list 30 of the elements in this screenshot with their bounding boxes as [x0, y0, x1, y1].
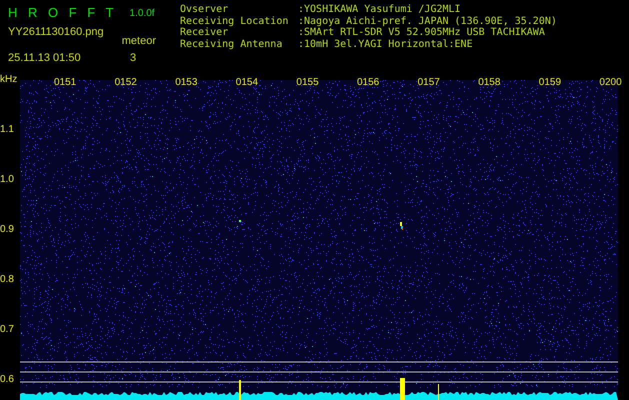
- time-label: 0151: [54, 77, 76, 88]
- detection-label: meteor: [122, 35, 156, 48]
- info-value: :10mH 3el.YAGI Horizontal:ENE: [298, 38, 473, 50]
- frequency-label: 0.7: [0, 323, 14, 337]
- frequency-label: 0.9: [0, 223, 14, 237]
- time-label: 0200: [599, 77, 622, 88]
- app-title: H R O F F T: [8, 4, 114, 22]
- time-label: 0152: [114, 77, 137, 88]
- time-label: 0159: [538, 77, 562, 88]
- info-value: :YOSHIKAWA Yasufumi /JG2MLI: [298, 4, 461, 15]
- frequency-label: 1.1: [0, 123, 14, 137]
- time-label: 0157: [418, 77, 440, 88]
- info-value: :SMArt RTL-SDR V5 52.905MHz USB TACHIKAWA: [298, 27, 545, 38]
- version-text: 1.0.0f: [130, 6, 155, 20]
- date-time: 25.11.13 01:50: [8, 52, 82, 65]
- info-label: Receiving Location: [180, 16, 290, 27]
- info-label: Receiving Antenna: [180, 38, 284, 50]
- file-name: YY2611130160.png: [8, 26, 105, 39]
- info-label: Receiver: [180, 27, 230, 38]
- time-label: 0158: [478, 77, 500, 88]
- info-label: Ovserver: [180, 4, 230, 16]
- time-label: 0154: [236, 77, 258, 88]
- frequency-label: 0.6: [0, 373, 14, 387]
- time-label: 0153: [175, 77, 198, 88]
- unit-label: kHz: [0, 73, 18, 87]
- frequency-label: 0.8: [0, 273, 14, 287]
- frequency-label: 1.0: [0, 173, 14, 187]
- detection-count: 3: [130, 52, 136, 65]
- time-label: 0155: [296, 77, 319, 88]
- info-value: :Nagoya Aichi-pref. JAPAN (136.90E, 35.20N): [298, 16, 557, 26]
